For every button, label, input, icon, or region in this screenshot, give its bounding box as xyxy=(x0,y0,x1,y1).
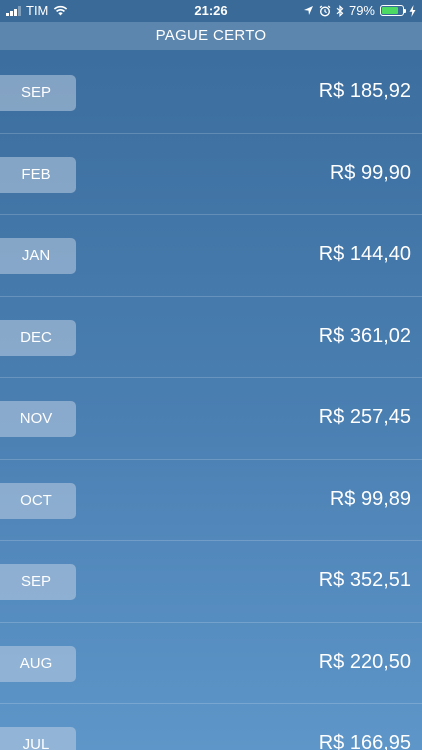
amount-label: R$ 257,45 xyxy=(318,406,411,428)
alarm-icon xyxy=(319,4,331,17)
list-item[interactable]: JUL R$ 166,95 xyxy=(0,704,422,750)
battery-level xyxy=(382,7,398,14)
list-item[interactable]: AUG R$ 220,50 xyxy=(0,623,422,704)
month-button[interactable]: NOV xyxy=(0,401,76,437)
nav-bar: PAGUE CERTO xyxy=(0,22,422,50)
month-button[interactable]: SEP xyxy=(0,75,76,111)
month-button[interactable]: AUG xyxy=(0,645,76,682)
payments-list[interactable]: SEP R$ 185,92 FEB R$ 99,90 JAN R$ 144,40… xyxy=(0,52,422,750)
list-item[interactable]: DEC R$ 361,02 xyxy=(0,297,422,378)
amount-label: R$ 220,50 xyxy=(318,650,411,673)
status-right: 79% xyxy=(303,3,416,18)
amount-label: R$ 185,92 xyxy=(318,80,411,102)
list-item[interactable]: FEB R$ 99,90 xyxy=(0,134,422,215)
location-icon xyxy=(303,6,313,15)
month-button[interactable]: OCT xyxy=(0,482,76,519)
list-item[interactable]: JAN R$ 144,40 xyxy=(0,215,422,297)
amount-label: R$ 144,40 xyxy=(318,243,411,265)
bluetooth-icon xyxy=(336,4,344,17)
battery-icon xyxy=(380,5,406,16)
list-item[interactable]: SEP R$ 352,51 xyxy=(0,541,422,623)
amount-label: R$ 166,95 xyxy=(318,732,411,750)
charging-icon xyxy=(409,4,416,17)
list-item[interactable]: SEP R$ 185,92 xyxy=(0,52,422,134)
month-button[interactable]: FEB xyxy=(0,156,76,193)
amount-label: R$ 99,90 xyxy=(329,161,411,184)
status-bar: TIM 21:26 79% xyxy=(0,0,422,22)
list-item[interactable]: OCT R$ 99,89 xyxy=(0,460,422,541)
page-title: PAGUE CERTO xyxy=(155,27,267,44)
amount-label: R$ 99,89 xyxy=(329,487,411,510)
battery-percent: 79% xyxy=(348,3,375,18)
list-item[interactable]: NOV R$ 257,45 xyxy=(0,378,422,460)
amount-label: R$ 361,02 xyxy=(318,324,411,347)
month-button[interactable]: JUL xyxy=(0,727,76,750)
amount-label: R$ 352,51 xyxy=(318,569,411,591)
month-button[interactable]: JAN xyxy=(0,238,76,274)
month-button[interactable]: DEC xyxy=(0,319,76,356)
month-button[interactable]: SEP xyxy=(0,564,76,600)
